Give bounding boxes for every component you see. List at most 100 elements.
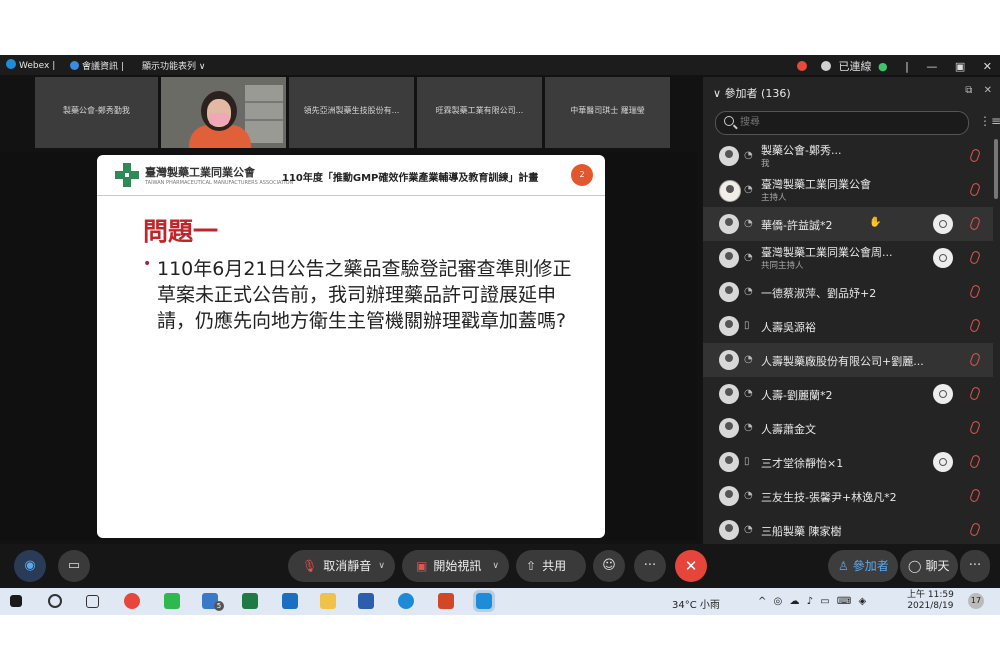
chevron-down-icon[interactable]: ∨: [713, 87, 721, 100]
webex-taskbar-icon[interactable]: [473, 590, 495, 612]
reactions-button[interactable]: ☺: [593, 550, 625, 582]
participant-row[interactable]: ◔ 華僑-許益誠*2 ✋: [703, 207, 993, 241]
page-number-badge: 2: [571, 164, 593, 186]
search-icon[interactable]: [48, 594, 62, 608]
chrome-icon[interactable]: [124, 593, 140, 609]
popout-icon[interactable]: ⧉: [965, 85, 972, 96]
share-button[interactable]: ⇧ 共用: [516, 550, 586, 582]
mic-muted-icon[interactable]: [969, 420, 981, 435]
more-options-button[interactable]: ···: [634, 550, 666, 582]
participant-row[interactable]: ◔ 人壽製藥廠股份有限公司+劉麗...: [703, 343, 993, 377]
connection-dot-icon: ●: [878, 60, 888, 73]
mic-muted-icon[interactable]: [969, 488, 981, 503]
minimize-icon[interactable]: —: [926, 60, 937, 73]
participant-name: 人壽製藥廠股份有限公司+劉麗...: [761, 355, 924, 368]
menu-bar-toggle[interactable]: 顯示功能表列 ∨: [142, 59, 205, 72]
video-tile[interactable]: 領先亞洲製藥生技股份有...: [289, 77, 414, 148]
clock-time: 上午 11:59: [907, 590, 954, 600]
raised-hand-icon: ✋: [869, 217, 882, 228]
participant-row[interactable]: ◔ 一德蔡淑萍、劉品妤+2: [703, 275, 993, 309]
chat-button[interactable]: ◯ 聊天: [900, 550, 958, 582]
maximize-icon[interactable]: ▣: [955, 60, 965, 73]
mic-muted-icon[interactable]: [969, 386, 981, 401]
participant-name: 三船製藥 陳家樹: [761, 525, 842, 538]
separator: |: [905, 60, 909, 73]
video-tile[interactable]: 旺霖製藥工業有限公司...: [417, 77, 542, 148]
search-input[interactable]: [740, 114, 960, 130]
unmute-button[interactable]: 🎙 取消靜音 ∨: [288, 550, 395, 582]
participant-row[interactable]: ◔ 臺灣製藥工業同業公會周... 共同主持人: [703, 241, 993, 275]
participant-row[interactable]: ◔ 製藥公會-鄭秀... 我: [703, 139, 993, 173]
close-panel-icon[interactable]: ✕: [984, 85, 992, 96]
shelf-line: [245, 101, 283, 103]
mic-muted-icon[interactable]: [969, 182, 981, 197]
file-explorer-icon[interactable]: [320, 593, 336, 609]
edge-icon[interactable]: [398, 593, 414, 609]
mic-muted-icon[interactable]: [969, 216, 981, 231]
program-title: 110年度「推動GMP確效作業產業輔導及教育訓練」計畫: [282, 173, 539, 184]
avatar: [719, 248, 739, 268]
participants-label: 參加者: [852, 559, 889, 573]
mic-muted-icon[interactable]: [969, 454, 981, 469]
weather-widget[interactable]: 34°C 小雨: [672, 596, 720, 611]
mic-muted-icon[interactable]: [969, 522, 981, 537]
video-tile[interactable]: 製藥公會-鄭秀勤我: [35, 77, 158, 148]
participant-row[interactable]: ◔ 臺灣製藥工業同業公會 主持人: [703, 173, 993, 207]
start-icon[interactable]: [10, 595, 22, 607]
system-tray-icons[interactable]: ^ ◎ ☁ ♪ ▭ ⌨ ◈: [758, 596, 868, 607]
avatar: [719, 452, 739, 472]
participant-row[interactable]: ◔ 人壽蕭金文: [703, 411, 993, 445]
powerpoint-icon[interactable]: [438, 593, 454, 609]
participants-icon: ♙: [838, 559, 849, 573]
mic-muted-icon[interactable]: [969, 352, 981, 367]
window-controls: 已連線 ● | — ▣ ✕: [783, 58, 992, 74]
chevron-down-icon[interactable]: ∨: [492, 550, 499, 582]
mic-muted-icon[interactable]: [969, 250, 981, 265]
participant-row[interactable]: ◔ 三友生技-張馨尹+林逸凡*2: [703, 479, 993, 513]
participant-row[interactable]: ◔ 三船製藥 陳家樹: [703, 513, 993, 547]
shelf-line: [245, 119, 283, 121]
participant-search[interactable]: [715, 111, 969, 135]
meeting-info-label: 會議資訊: [82, 62, 119, 72]
participants-button[interactable]: ♙ 參加者: [828, 550, 898, 582]
close-icon[interactable]: ✕: [983, 60, 992, 73]
record-icon[interactable]: [797, 61, 808, 71]
participant-row[interactable]: ▯ 人壽吳源裕: [703, 309, 993, 343]
word-icon[interactable]: [358, 593, 374, 609]
participant-name: 華僑-許益誠*2: [761, 219, 833, 232]
video-tile-camera[interactable]: [161, 77, 286, 148]
start-video-button[interactable]: ▣ 開始視訊 ∨: [402, 550, 509, 582]
notifications-icon[interactable]: 17: [968, 593, 984, 609]
video-on-icon: [933, 248, 953, 268]
avatar: [719, 418, 739, 438]
task-view-icon[interactable]: [86, 595, 99, 608]
excel-icon[interactable]: [242, 593, 258, 609]
leave-meeting-button[interactable]: ✕: [675, 550, 707, 582]
participant-row[interactable]: ◔ 人壽-劉麗蘭*2: [703, 377, 993, 411]
mic-muted-icon[interactable]: [969, 148, 981, 163]
chevron-down-icon[interactable]: ∨: [378, 550, 385, 582]
participant-scrollbar[interactable]: [994, 139, 998, 199]
panel-more-button[interactable]: ···: [960, 550, 990, 582]
mail-icon[interactable]: 5: [202, 593, 224, 611]
org-name-en: TAIWAN PHARMACEUTICAL MANUFACTURERS ASSO…: [145, 180, 294, 186]
participant-row[interactable]: ▯ 三才堂徐靜怡×1: [703, 445, 993, 479]
captions-button[interactable]: ▭: [58, 550, 90, 582]
system-clock[interactable]: 上午 11:59 2021/8/19: [907, 590, 954, 612]
participants-header[interactable]: ∨ 參加者 (136): [713, 85, 791, 101]
sort-icon[interactable]: ⋮≡: [979, 114, 1000, 128]
device-icon: ◔: [744, 218, 753, 229]
video-tile-label: 中華醫司琪士 羅瑞瑩: [570, 106, 645, 115]
video-tile-label: 製藥公會-鄭秀勤我: [63, 106, 130, 115]
outlook-icon[interactable]: [282, 593, 298, 609]
line-icon[interactable]: [164, 593, 180, 609]
slide-header: 臺灣製藥工業同業公會 TAIWAN PHARMACEUTICAL MANUFAC…: [97, 155, 605, 196]
webex-assistant-button[interactable]: ◉: [14, 550, 46, 582]
meeting-info-button[interactable]: 會議資訊 |: [70, 59, 124, 72]
video-tile[interactable]: 中華醫司琪士 羅瑞瑩: [545, 77, 670, 148]
device-icon: ◔: [744, 354, 753, 365]
participant-name: 臺灣製藥工業同業公會周...: [761, 246, 893, 259]
mic-muted-icon[interactable]: [969, 284, 981, 299]
participant-name: 人壽蕭金文: [761, 423, 816, 436]
mic-muted-icon[interactable]: [969, 318, 981, 333]
